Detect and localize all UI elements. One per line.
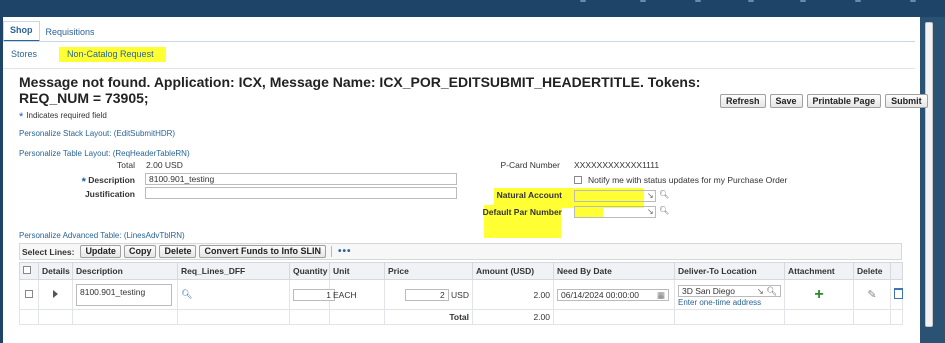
unit-cell: EACH [329, 279, 385, 310]
description-cell: 8100.901_testing [72, 279, 178, 310]
price-input[interactable]: 2 [404, 288, 449, 301]
column-header-unit: Unit [329, 262, 385, 280]
description-input[interactable]: 8100.901_testing [145, 173, 457, 185]
refresh-button[interactable]: Refresh [720, 94, 766, 108]
quantity-input[interactable]: 1 [293, 288, 335, 301]
column-header-need-by-date: Need By Date [553, 262, 675, 280]
expand-details-icon[interactable] [53, 289, 58, 298]
delete-button[interactable]: Delete [159, 245, 197, 258]
natural-account-input[interactable] [574, 190, 656, 202]
row-select-checkbox[interactable] [25, 289, 33, 298]
select-lines-label: Select Lines: [22, 246, 75, 257]
delete-cell: ✎ [853, 279, 891, 310]
default-par-clear-icon[interactable]: ↘ [647, 207, 654, 216]
sub-tabs: Stores Non-Catalog Request [11, 47, 166, 62]
column-header-quantity: Quantity [289, 262, 330, 280]
convert-funds-button[interactable]: Convert Funds to Info SLIN [199, 245, 326, 258]
required-star: * [19, 111, 24, 123]
notify-label: Notify me with status updates for my Pur… [588, 175, 788, 185]
select-all-header [19, 262, 39, 280]
natural-account-label: Natural Account [496, 190, 562, 200]
justification-label: Justification [84, 189, 135, 199]
justification-input[interactable] [145, 187, 457, 199]
default-par-label: Default Par Number [482, 207, 562, 217]
column-header-deliver-to: Deliver-To Location [674, 262, 785, 280]
tab-shop[interactable]: Shop [3, 21, 40, 42]
total-value: 2.00 USD [146, 160, 183, 170]
deliver-to-cell: 3D San Diego ↘ 🔍︎ Enter one-time address [674, 279, 785, 310]
page-title: Message not found. Application: ICX, Mes… [19, 74, 701, 106]
need-by-date-input[interactable]: 06/14/2024 00:00:00 ▦ [557, 288, 669, 301]
natural-account-search-icon[interactable]: 🔍︎ [659, 190, 669, 199]
lines-table: Details Description Req_Lines_DFF Quanti… [19, 262, 903, 325]
column-header-amount: Amount (USD) [472, 262, 554, 280]
subtab-divider [3, 68, 915, 69]
deliver-to-search-icon[interactable]: ↘ 🔍︎ [757, 286, 777, 296]
currency-label: USD [451, 289, 469, 300]
req-lines-dff-cell: 🔍︎ [177, 279, 290, 310]
personalize-table-link[interactable]: Personalize Table Layout: (ReqHeaderTabl… [19, 149, 190, 158]
calendar-icon[interactable]: ▦ [657, 290, 665, 300]
price-cell: 2 USD [384, 279, 473, 310]
grid-total-value: 2.00 [472, 309, 554, 325]
required-note: * Indicates required field [19, 111, 107, 123]
personalize-advanced-link[interactable]: Personalize Advanced Table: (LinesAdvTbl… [19, 231, 185, 240]
add-attachment-icon[interactable]: + [814, 286, 823, 303]
dff-search-icon[interactable]: 🔍︎ [181, 289, 192, 299]
enter-one-time-address-link[interactable]: Enter one-time address [678, 298, 761, 307]
subtab-stores[interactable]: Stores [11, 49, 37, 62]
default-par-input[interactable] [574, 206, 656, 218]
column-header-delete: Delete [853, 262, 891, 280]
pcard-value: XXXXXXXXXXXX1111 [574, 160, 660, 170]
top-bar [0, 0, 945, 17]
deliver-to-input[interactable]: 3D San Diego ↘ 🔍︎ [678, 285, 781, 297]
vertical-scrollbar[interactable] [925, 22, 933, 327]
attachment-cell: + [784, 279, 854, 310]
column-header-attachment: Attachment [784, 262, 854, 280]
quantity-cell: 1 [289, 279, 335, 310]
pcard-label: P-Card Number [500, 160, 560, 170]
subtab-non-catalog-request[interactable]: Non-Catalog Request [59, 47, 166, 62]
description-label: * Description [81, 175, 135, 188]
save-button[interactable]: Save [769, 94, 803, 108]
grid-total-label: Total [384, 309, 473, 325]
select-all-checkbox[interactable] [23, 266, 31, 274]
printable-page-button[interactable]: Printable Page [806, 94, 882, 108]
table-row: 8100.901_testing 🔍︎ 1 EACH 2 USD 2.00 06… [19, 279, 903, 310]
more-actions-icon[interactable]: ••• [338, 246, 352, 257]
details-cell [38, 279, 73, 310]
top-bar-marks [580, 0, 940, 8]
row-select-cell [19, 279, 39, 310]
personalize-stack-link[interactable]: Personalize Stack Layout: (EditSubmitHDR… [19, 129, 175, 138]
need-by-cell: 06/14/2024 00:00:00 ▦ [553, 279, 675, 310]
line-description-input[interactable]: 8100.901_testing [76, 283, 172, 306]
amount-cell: 2.00 [472, 279, 554, 310]
tab-divider [3, 41, 915, 42]
lines-toolbar: Select Lines: Update Copy Delete Convert… [19, 243, 902, 260]
copy-button[interactable]: Copy [123, 245, 157, 258]
total-label: Total [117, 160, 135, 170]
trash-icon[interactable] [894, 288, 903, 299]
update-button[interactable]: Update [80, 245, 121, 258]
column-header-description: Description [72, 262, 178, 280]
column-header-req-lines-dff: Req_Lines_DFF [177, 262, 290, 280]
submit-button[interactable]: Submit [885, 94, 928, 108]
main-tabs: Shop Requisitions [3, 20, 101, 42]
action-buttons: Refresh Save Printable Page Submit [720, 94, 928, 108]
trash-cell [890, 279, 903, 310]
default-par-search-icon[interactable]: 🔍︎ [659, 206, 669, 215]
column-header-price: Price [384, 262, 473, 280]
table-header-row: Details Description Req_Lines_DFF Quanti… [19, 262, 903, 280]
pencil-icon[interactable]: ✎ [867, 289, 876, 301]
column-header-blank [890, 262, 903, 280]
toolbar-separator [330, 246, 332, 257]
column-header-details: Details [38, 262, 73, 280]
notify-checkbox[interactable] [574, 176, 582, 184]
total-row: Total 2.00 [19, 309, 903, 325]
natural-account-clear-icon[interactable]: ↘ [647, 191, 654, 200]
tab-requisitions[interactable]: Requisitions [40, 24, 101, 42]
